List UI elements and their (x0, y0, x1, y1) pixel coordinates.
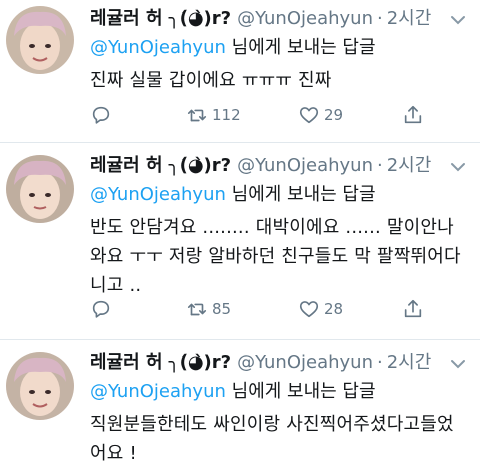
reply-to-mention[interactable]: @YunOjeahyun (90, 37, 226, 58)
tweet-header: 레귤러 허 ╮(́◕̀)r? @YunOjeahyun · 2시간 (90, 6, 470, 32)
separator: · (377, 155, 383, 176)
retweet-count: 85 (212, 300, 232, 318)
avatar[interactable] (6, 352, 74, 420)
tweet-header: 레귤러 허 ╮(́◕̀)r? @YunOjeahyun · 2시간 (90, 350, 470, 376)
tweet-feed: 레귤러 허 ╮(́◕̀)r? @YunOjeahyun · 2시간 @YunOj… (0, 0, 480, 468)
display-name[interactable]: 레귤러 허 ╮(́◕̀)r? (90, 153, 231, 179)
display-name[interactable]: 레귤러 허 ╮(́◕̀)r? (90, 350, 231, 376)
tweet-header: 레귤러 허 ╮(́◕̀)r? @YunOjeahyun · 2시간 (90, 153, 470, 179)
share-button[interactable] (402, 104, 424, 126)
reply-icon (92, 300, 110, 318)
reply-to-label: 님에게 보내는 답글 (225, 381, 376, 402)
like-button[interactable]: 29 (298, 104, 343, 126)
share-icon (404, 299, 422, 318)
separator: · (377, 8, 383, 29)
user-handle[interactable]: @YunOjeahyun (237, 153, 373, 179)
display-name[interactable]: 레귤러 허 ╮(́◕̀)r? (90, 6, 231, 32)
reply-button[interactable] (90, 298, 116, 320)
retweet-count: 112 (212, 106, 241, 124)
share-button[interactable] (402, 298, 424, 320)
tweet[interactable]: 레귤러 허 ╮(́◕̀)r? @YunOjeahyun · 2시간 @YunOj… (0, 143, 480, 340)
avatar[interactable] (6, 6, 74, 74)
reply-to-mention[interactable]: @YunOjeahyun (90, 184, 226, 205)
heart-icon (299, 107, 319, 124)
avatar[interactable] (6, 155, 74, 223)
timestamp[interactable]: 2시간 (387, 350, 432, 376)
chevron-down-icon[interactable] (448, 354, 468, 374)
reply-to-label: 님에게 보내는 답글 (225, 37, 376, 58)
like-count: 28 (324, 300, 344, 318)
reply-button[interactable] (90, 104, 116, 126)
retweet-button[interactable]: 112 (186, 104, 241, 126)
reply-context: @YunOjeahyun 님에게 보내는 답글 (90, 378, 470, 406)
tweet-actions: 112 29 (90, 103, 470, 127)
separator: · (377, 352, 383, 373)
like-count: 29 (324, 106, 344, 124)
chevron-down-icon[interactable] (448, 10, 468, 30)
timestamp[interactable]: 2시간 (387, 6, 432, 32)
reply-context: @YunOjeahyun 님에게 보내는 답글 (90, 181, 470, 209)
tweet[interactable]: 레귤러 허 ╮(́◕̀)r? @YunOjeahyun · 2시간 @YunOj… (0, 340, 480, 468)
reply-to-label: 님에게 보내는 답글 (225, 184, 376, 205)
retweet-button[interactable]: 85 (186, 298, 231, 320)
share-icon (404, 105, 422, 124)
retweet-icon (187, 109, 207, 122)
user-handle[interactable]: @YunOjeahyun (237, 350, 373, 376)
reply-to-mention[interactable]: @YunOjeahyun (90, 381, 226, 402)
reply-context: @YunOjeahyun 님에게 보내는 답글 (90, 34, 470, 62)
chevron-down-icon[interactable] (448, 157, 468, 177)
heart-icon (299, 301, 319, 318)
tweet-text: 직원분들한테도 싸인이랑 사진찍어주셨다고들었어요 ! (90, 414, 454, 464)
like-button[interactable]: 28 (298, 298, 343, 320)
tweet-text: 반도 안담겨요 ........ 대박이에요 ...... 말이안나와요 ㅜㅜ … (90, 217, 461, 296)
tweet-actions: 85 28 (90, 297, 470, 321)
timestamp[interactable]: 2시간 (387, 153, 432, 179)
retweet-icon (187, 303, 207, 316)
tweet-text: 진짜 실물 갑이에요 ㅠㅠㅠ 진짜 (90, 70, 332, 91)
user-handle[interactable]: @YunOjeahyun (237, 6, 373, 32)
tweet[interactable]: 레귤러 허 ╮(́◕̀)r? @YunOjeahyun · 2시간 @YunOj… (0, 0, 480, 143)
reply-icon (92, 106, 110, 124)
